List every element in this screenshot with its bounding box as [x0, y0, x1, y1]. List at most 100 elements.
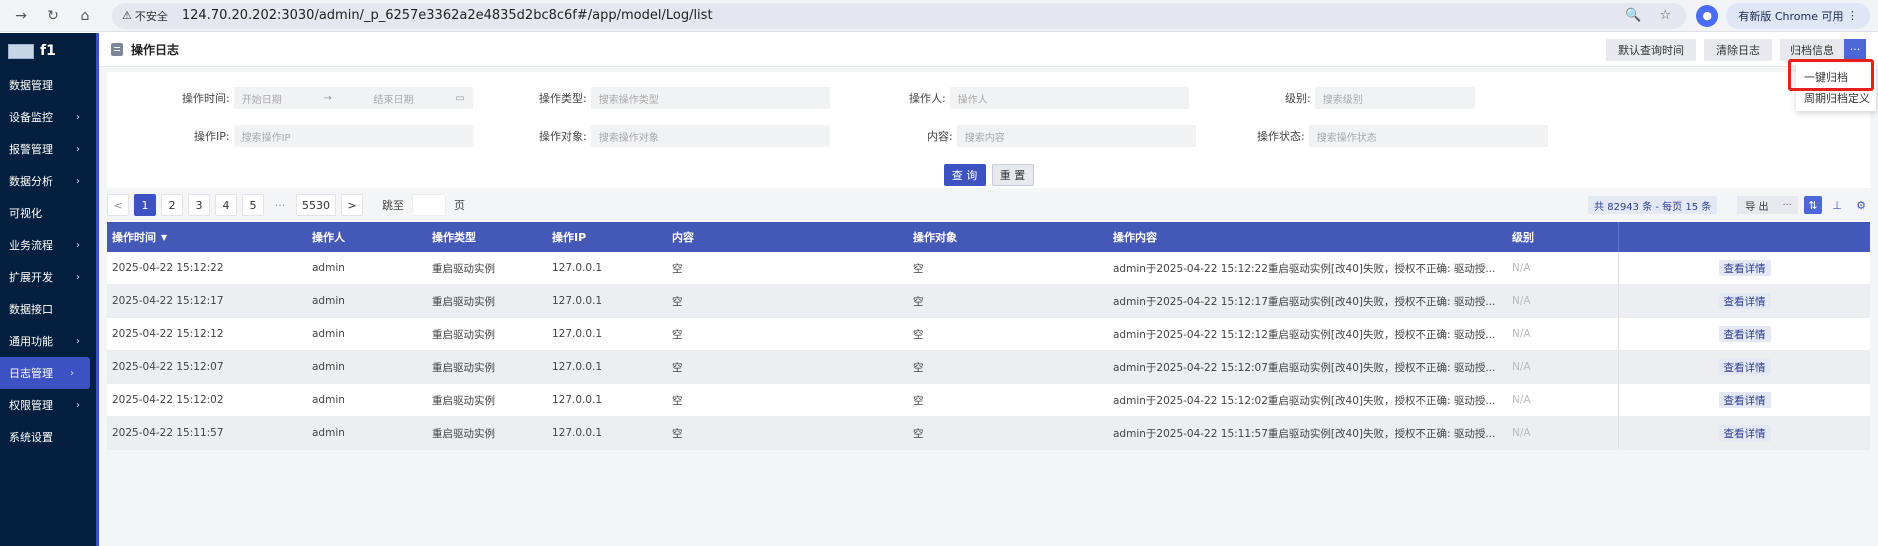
cell-detail: admin于2025-04-22 15:12:12重启驱动实例[改40]失败，授… [1113, 328, 1496, 341]
page-button-1[interactable]: 1 [134, 194, 156, 216]
cell-time: 2025-04-22 15:11:57 [112, 427, 224, 439]
sidebar-item-label: 设备监控 [9, 111, 53, 124]
table-header: 操作时间 ▼ 操作人 操作类型 操作IP 内容 操作对象 操作内容 级别 [107, 222, 1870, 252]
view-detail-button[interactable]: 查看详情 [1718, 326, 1771, 342]
chevron-right-icon: › [76, 239, 80, 251]
chrome-update-button[interactable]: 有新版 Chrome 可用 ⋮ [1726, 2, 1870, 29]
sort-down-icon[interactable]: ▼ [161, 233, 167, 242]
clear-log-button[interactable]: 清除日志 [1704, 38, 1772, 61]
sidebar-item-6[interactable]: 扩展开发 › [0, 261, 96, 293]
column-filter-icon[interactable]: ⊥ [1828, 196, 1846, 214]
sidebar-item-1[interactable]: 设备监控 › [0, 101, 96, 133]
target-input[interactable]: 搜索操作对象 [590, 125, 830, 147]
table-row[interactable]: 2025-04-22 15:12:22 admin 重启驱动实例 127.0.0.1 空… [107, 252, 1870, 285]
cell-user: admin [312, 262, 345, 274]
total-count: 共 82943 条 - 每页 15 条 [1588, 196, 1718, 214]
view-detail-button[interactable]: 查看详情 [1718, 293, 1771, 309]
page-button-3[interactable]: 3 [188, 194, 210, 216]
reload-icon[interactable]: ↻ [40, 4, 66, 28]
security-warning[interactable]: ⚠ 不安全 [122, 8, 168, 24]
home-icon[interactable]: ⌂ [72, 4, 98, 28]
page-header: 操作日志 默认查询时间 清除日志 归档信息 ··· 一键归档 周期归档定义 [99, 33, 1878, 111]
sidebar-item-2[interactable]: 报警管理 › [0, 133, 96, 165]
sidebar: f1 数据管理 设备监控 › 报警管理 › 数据分析 › 可视化 业务流程 › 扩展开发 › 数据接口通… [0, 33, 96, 546]
cell-level: N/A [1512, 394, 1531, 406]
cell-ip: 127.0.0.1 [552, 361, 603, 373]
cell-time: 2025-04-22 15:12:07 [112, 361, 224, 373]
content-label: 内容: [927, 130, 953, 143]
sidebar-item-7[interactable]: 数据接口 [0, 293, 96, 325]
query-button[interactable]: 查 询 [943, 164, 986, 186]
view-detail-button[interactable]: 查看详情 [1718, 260, 1771, 276]
export-more-button[interactable]: ··· [1776, 200, 1798, 211]
settings-gear-icon[interactable]: ⚙ [1852, 196, 1870, 214]
default-query-time-button[interactable]: 默认查询时间 [1606, 38, 1696, 61]
sidebar-menu: 数据管理 设备监控 › 报警管理 › 数据分析 › 可视化 业务流程 › 扩展开发 › 数据接口 通用功能… [0, 69, 96, 453]
url-text[interactable]: 124.70.20.202:3030/admin/_p_6257e3362a2e… [182, 8, 713, 23]
archive-info-button[interactable]: 归档信息 [1780, 38, 1844, 61]
goto-label: 跳至 [382, 199, 404, 212]
sidebar-item-9[interactable]: 日志管理 › [0, 357, 90, 389]
next-page-button[interactable]: > [341, 194, 363, 216]
sidebar-item-8[interactable]: 通用功能 › [0, 325, 96, 357]
sidebar-item-5[interactable]: 业务流程 › [0, 229, 96, 261]
prev-page-button[interactable]: < [107, 194, 129, 216]
page-button-last[interactable]: 5530 [296, 194, 336, 216]
sidebar-item-11[interactable]: 系统设置 [0, 421, 96, 453]
cell-action: 查看详情 [1618, 318, 1870, 350]
col-header-type: 操作类型 [432, 231, 476, 244]
table-row[interactable]: 2025-04-22 15:11:57 admin 重启驱动实例 127.0.0.1 空… [107, 417, 1870, 450]
pagination-bar: < 1 2 3 4 5 ··· 5530 > 跳至 页 共 82943 条 - … [107, 193, 1870, 217]
reset-button[interactable]: 重 置 [991, 164, 1034, 186]
level-input[interactable]: 搜索级别 [1314, 87, 1475, 109]
table-row[interactable]: 2025-04-22 15:12:07 admin 重启驱动实例 127.0.0.1 空… [107, 351, 1870, 384]
zoom-icon[interactable]: 🔍 [1622, 8, 1644, 23]
cell-action: 查看详情 [1618, 384, 1870, 416]
table-row[interactable]: 2025-04-22 15:12:12 admin 重启驱动实例 127.0.0.1 空… [107, 318, 1870, 351]
forward-arrow-icon[interactable]: → [8, 4, 34, 28]
end-date-input[interactable]: 结束日期 [374, 91, 414, 106]
sidebar-item-4[interactable]: 可视化 [0, 197, 96, 229]
col-header-target: 操作对象 [913, 231, 957, 244]
profile-avatar-icon[interactable]: ● [1696, 4, 1719, 27]
col-header-time[interactable]: 操作时间 ▼ [107, 222, 307, 252]
page-button-2[interactable]: 2 [161, 194, 183, 216]
cell-detail: admin于2025-04-22 15:12:07重启驱动实例[改40]失败，授… [1113, 361, 1496, 374]
goto-page-input[interactable] [412, 194, 446, 216]
address-bar[interactable]: ⚠ 不安全 124.70.20.202:3030/admin/_p_6257e33… [112, 2, 1687, 29]
target-label: 操作对象: [539, 130, 587, 143]
date-range-picker[interactable]: 开始日期 → 结束日期 ▭ [233, 87, 473, 109]
main-content: 操作日志 默认查询时间 清除日志 归档信息 ··· 一键归档 周期归档定义 操作… [99, 33, 1878, 546]
content-input[interactable]: 搜索内容 [956, 125, 1196, 147]
view-detail-button[interactable]: 查看详情 [1718, 392, 1771, 408]
archive-more-button[interactable]: ··· [1844, 38, 1866, 61]
ip-input[interactable]: 搜索操作IP [233, 125, 473, 147]
bookmark-star-icon[interactable]: ☆ [1654, 8, 1676, 23]
sidebar-item-label: 日志管理 [9, 367, 53, 380]
calendar-icon[interactable]: ▭ [455, 93, 464, 104]
table-row[interactable]: 2025-04-22 15:12:17 admin 重启驱动实例 127.0.0.1 空… [107, 285, 1870, 318]
sidebar-item-3[interactable]: 数据分析 › [0, 165, 96, 197]
sidebar-item-0[interactable]: 数据管理 [0, 69, 96, 101]
sidebar-item-10[interactable]: 权限管理 › [0, 389, 96, 421]
page-button-5[interactable]: 5 [242, 194, 264, 216]
document-icon [111, 43, 123, 56]
status-input[interactable]: 搜索操作状态 [1308, 125, 1548, 147]
page-button-4[interactable]: 4 [215, 194, 237, 216]
app-logo[interactable]: f1 [0, 33, 96, 69]
cell-target: 空 [913, 295, 924, 308]
sort-toggle-icon[interactable]: ⇅ [1804, 196, 1822, 214]
operation-type-input[interactable]: 搜索操作类型 [590, 87, 830, 109]
chevron-right-icon: › [76, 175, 80, 187]
operator-input[interactable]: 操作人 [949, 87, 1189, 109]
cell-user: admin [312, 394, 345, 406]
range-arrow-icon: → [323, 92, 332, 104]
table-body: 2025-04-22 15:12:22 admin 重启驱动实例 127.0.0.1 空… [107, 252, 1870, 450]
col-header-content: 内容 [672, 231, 694, 244]
table-row[interactable]: 2025-04-22 15:12:02 admin 重启驱动实例 127.0.0.1 空… [107, 384, 1870, 417]
page-ellipsis[interactable]: ··· [269, 194, 291, 216]
view-detail-button[interactable]: 查看详情 [1718, 359, 1771, 375]
view-detail-button[interactable]: 查看详情 [1718, 425, 1771, 441]
export-button[interactable]: 导 出 [1737, 198, 1776, 213]
start-date-input[interactable]: 开始日期 [242, 91, 282, 106]
